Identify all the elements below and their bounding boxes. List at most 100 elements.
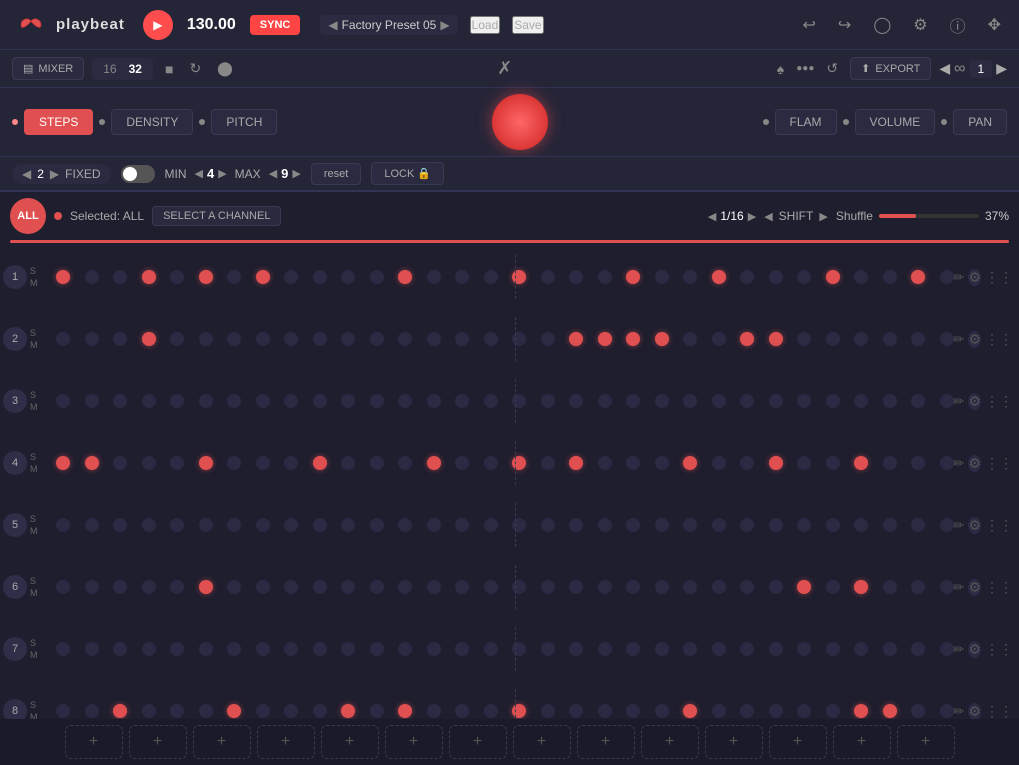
beat-dot-4-23[interactable] [712,456,726,470]
beat-dot-7-14[interactable] [455,642,469,656]
beat-dot-6-14[interactable] [455,580,469,594]
beat-dot-6-9[interactable] [313,580,327,594]
row-num-btn-2[interactable]: 2 [3,327,27,351]
beat-dot-8-4[interactable] [170,704,184,718]
beat-dot-3-21[interactable] [655,394,669,408]
beat-dot-2-19[interactable] [598,332,612,346]
mute-btn-8[interactable]: M [30,712,52,719]
beat-dot-3-29[interactable] [883,394,897,408]
beat-dot-2-29[interactable] [883,332,897,346]
fixed-next[interactable]: ▶ [50,167,59,181]
beat-dot-2-13[interactable] [427,332,441,346]
beat-dot-2-9[interactable] [313,332,327,346]
beat-dot-5-22[interactable] [683,518,697,532]
beat-dot-7-5[interactable] [199,642,213,656]
load-button[interactable]: Load [470,16,501,34]
beat-dot-1-22[interactable] [683,270,697,284]
beat-dot-8-23[interactable] [712,704,726,718]
beat-dot-2-4[interactable] [170,332,184,346]
beat-dot-1-29[interactable] [883,270,897,284]
sync-button[interactable]: SYNC [250,15,301,35]
beat-dot-4-5[interactable] [199,456,213,470]
beat-dot-8-8[interactable] [284,704,298,718]
beat-dot-1-4[interactable] [170,270,184,284]
expand-button[interactable]: ✥ [982,11,1007,39]
beat-dot-4-11[interactable] [370,456,384,470]
beat-dot-3-0[interactable] [56,394,70,408]
max-prev-arrow[interactable]: ◀ [269,167,277,180]
shift-prev[interactable]: ◀ [764,210,772,223]
beat-dot-5-24[interactable] [740,518,754,532]
add-channel-btn-7[interactable]: + [513,725,571,759]
beat-dot-4-29[interactable] [883,456,897,470]
beat-dot-3-2[interactable] [113,394,127,408]
beat-dot-8-29[interactable] [883,704,897,718]
beat-dot-4-28[interactable] [854,456,868,470]
solo-btn-6[interactable]: S [30,576,52,586]
beat-dot-2-30[interactable] [911,332,925,346]
beat-dot-1-12[interactable] [398,270,412,284]
beat-dot-1-0[interactable] [56,270,70,284]
row-num-btn-6[interactable]: 6 [3,575,27,599]
beat-dot-8-5[interactable] [199,704,213,718]
select-channel-button[interactable]: SELECT A CHANNEL [152,206,281,226]
beat-dot-8-12[interactable] [398,704,412,718]
dots-icon-8[interactable]: ⋮⋮ [985,703,1013,720]
row-num-btn-4[interactable]: 4 [3,451,27,475]
beat-dot-8-2[interactable] [113,704,127,718]
steps-16[interactable]: 16 [98,60,121,78]
beat-dot-8-27[interactable] [826,704,840,718]
loop-next[interactable]: ▶ [996,60,1007,77]
volume-param-btn[interactable]: VOLUME [855,109,936,135]
steps-param-btn[interactable]: STEPS [24,109,93,135]
beat-dot-5-5[interactable] [199,518,213,532]
dice-icon-btn[interactable]: ♠ [773,57,788,81]
beat-dot-3-9[interactable] [313,394,327,408]
beat-dot-5-25[interactable] [769,518,783,532]
mute-btn-5[interactable]: M [30,526,52,536]
beat-dot-3-4[interactable] [170,394,184,408]
beat-dot-8-1[interactable] [85,704,99,718]
beat-dot-7-9[interactable] [313,642,327,656]
beat-dot-3-6[interactable] [227,394,241,408]
beat-dot-2-31[interactable] [940,332,954,346]
beat-dot-2-25[interactable] [769,332,783,346]
beat-dot-8-6[interactable] [227,704,241,718]
beat-dot-8-9[interactable] [313,704,327,718]
beat-dot-2-14[interactable] [455,332,469,346]
beat-dot-6-11[interactable] [370,580,384,594]
beat-dot-6-1[interactable] [85,580,99,594]
solo-btn-1[interactable]: S [30,266,52,276]
beat-dot-4-13[interactable] [427,456,441,470]
beat-dot-2-11[interactable] [370,332,384,346]
beat-dot-7-21[interactable] [655,642,669,656]
beat-dot-2-8[interactable] [284,332,298,346]
beat-dot-7-23[interactable] [712,642,726,656]
beat-dot-1-25[interactable] [769,270,783,284]
beat-dot-3-18[interactable] [569,394,583,408]
beat-dot-1-31[interactable] [940,270,954,284]
beat-dot-8-21[interactable] [655,704,669,718]
beat-dot-7-24[interactable] [740,642,754,656]
beat-dot-6-12[interactable] [398,580,412,594]
beat-dot-2-0[interactable] [56,332,70,346]
beat-dot-5-4[interactable] [170,518,184,532]
beat-dot-7-4[interactable] [170,642,184,656]
beat-dot-2-6[interactable] [227,332,241,346]
beat-dot-2-12[interactable] [398,332,412,346]
beat-dot-1-6[interactable] [227,270,241,284]
beat-dot-1-15[interactable] [484,270,498,284]
beat-dot-6-23[interactable] [712,580,726,594]
solo-btn-7[interactable]: S [30,638,52,648]
add-channel-btn-8[interactable]: + [577,725,635,759]
solo-btn-4[interactable]: S [30,452,52,462]
row-num-btn-7[interactable]: 7 [3,637,27,661]
add-channel-btn-2[interactable]: + [193,725,251,759]
beat-dot-7-30[interactable] [911,642,925,656]
beat-dot-7-18[interactable] [569,642,583,656]
settings-icon-5[interactable]: ⚙ [968,517,981,534]
pitch-param-btn[interactable]: PITCH [211,109,277,135]
beat-dot-1-1[interactable] [85,270,99,284]
info-button[interactable]: ⓘ [944,9,972,41]
beat-dot-3-26[interactable] [797,394,811,408]
